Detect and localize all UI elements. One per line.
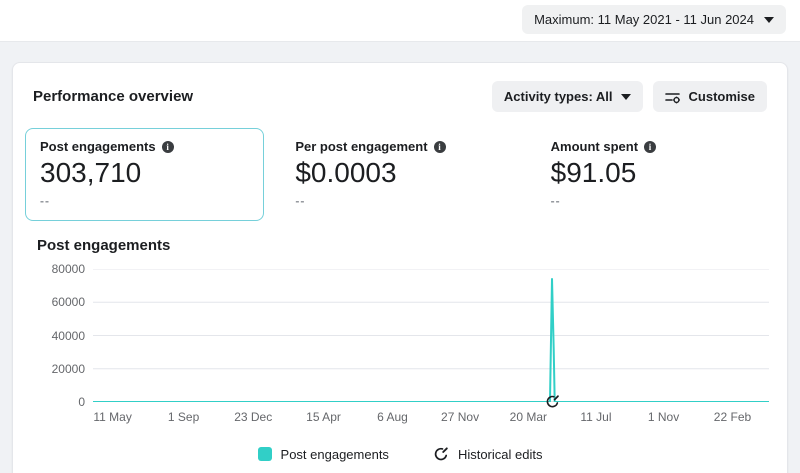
y-axis-tick-label: 60000 — [37, 295, 85, 309]
customise-button[interactable]: Customise — [653, 81, 767, 112]
x-axis-tick-label: 23 Dec — [234, 410, 272, 424]
metric-value: $91.05 — [551, 157, 760, 189]
post-engagements-swatch — [258, 447, 272, 461]
header-actions: Activity types: All Customise — [492, 81, 767, 112]
metrics-row: Post engagements i 303,710 -- Per post e… — [13, 124, 787, 221]
metric-label: Amount spent — [551, 139, 638, 154]
x-axis-tick-label: 6 Aug — [377, 410, 408, 424]
x-axis-tick-label: 22 Feb — [714, 410, 751, 424]
info-icon[interactable]: i — [162, 141, 174, 153]
date-range-dropdown[interactable]: Maximum: 11 May 2021 - 11 Jun 2024 — [522, 5, 786, 34]
engagement-chart: 0 20000 40000 60000 80000 11 May 1 Sep 23 Dec 1… — [37, 264, 763, 434]
customise-label: Customise — [689, 89, 755, 104]
chart-section-title: Post engagements — [13, 221, 787, 260]
top-bar: Maximum: 11 May 2021 - 11 Jun 2024 — [0, 0, 800, 42]
x-axis-tick-label: 15 Apr — [306, 410, 341, 424]
y-axis-tick-label: 40000 — [37, 329, 85, 343]
legend-label: Post engagements — [281, 447, 389, 462]
metric-sub-value: -- — [295, 194, 504, 208]
metric-sub-value: -- — [551, 194, 760, 208]
metric-value: $0.0003 — [295, 157, 504, 189]
metric-per-post-engagement[interactable]: Per post engagement i $0.0003 -- — [280, 128, 519, 221]
y-axis-tick-label: 20000 — [37, 362, 85, 376]
chevron-down-icon — [764, 17, 774, 23]
performance-overview-card: Performance overview Activity types: All — [12, 62, 788, 473]
metric-amount-spent[interactable]: Amount spent i $91.05 -- — [536, 128, 775, 221]
x-axis-tick-label: 1 Sep — [168, 410, 199, 424]
y-axis-tick-label: 0 — [37, 395, 85, 409]
x-axis-tick-label: 11 Jul — [580, 410, 611, 424]
info-icon[interactable]: i — [644, 141, 656, 153]
date-range-label: Maximum: 11 May 2021 - 11 Jun 2024 — [534, 12, 754, 27]
metric-label: Post engagements — [40, 139, 156, 154]
metric-label: Per post engagement — [295, 139, 427, 154]
customise-icon — [665, 90, 681, 104]
metric-sub-value: -- — [40, 194, 249, 208]
engagement-chart-svg — [93, 269, 769, 402]
y-axis-tick-label: 80000 — [37, 262, 85, 276]
card-header: Performance overview Activity types: All — [13, 63, 787, 124]
x-axis-tick-label: 20 Mar — [510, 410, 547, 424]
activity-types-dropdown[interactable]: Activity types: All — [492, 81, 643, 112]
historical-edits-icon — [433, 446, 449, 462]
x-axis-tick-label: 1 Nov — [648, 410, 679, 424]
metric-post-engagements[interactable]: Post engagements i 303,710 -- — [25, 128, 264, 221]
chevron-down-icon — [621, 94, 631, 100]
historical-edit-marker-icon[interactable] — [545, 394, 560, 409]
page-title: Performance overview — [33, 88, 193, 105]
legend-item-post-engagements: Post engagements — [258, 447, 389, 462]
x-axis-tick-label: 11 May — [93, 410, 131, 424]
legend-label: Historical edits — [458, 447, 543, 462]
x-axis-tick-label: 27 Nov — [441, 410, 479, 424]
info-icon[interactable]: i — [434, 141, 446, 153]
legend-item-historical-edits: Historical edits — [433, 446, 543, 462]
chart-legend: Post engagements Historical edits — [13, 446, 787, 462]
metric-value: 303,710 — [40, 157, 249, 189]
activity-types-label: Activity types: All — [504, 89, 613, 104]
